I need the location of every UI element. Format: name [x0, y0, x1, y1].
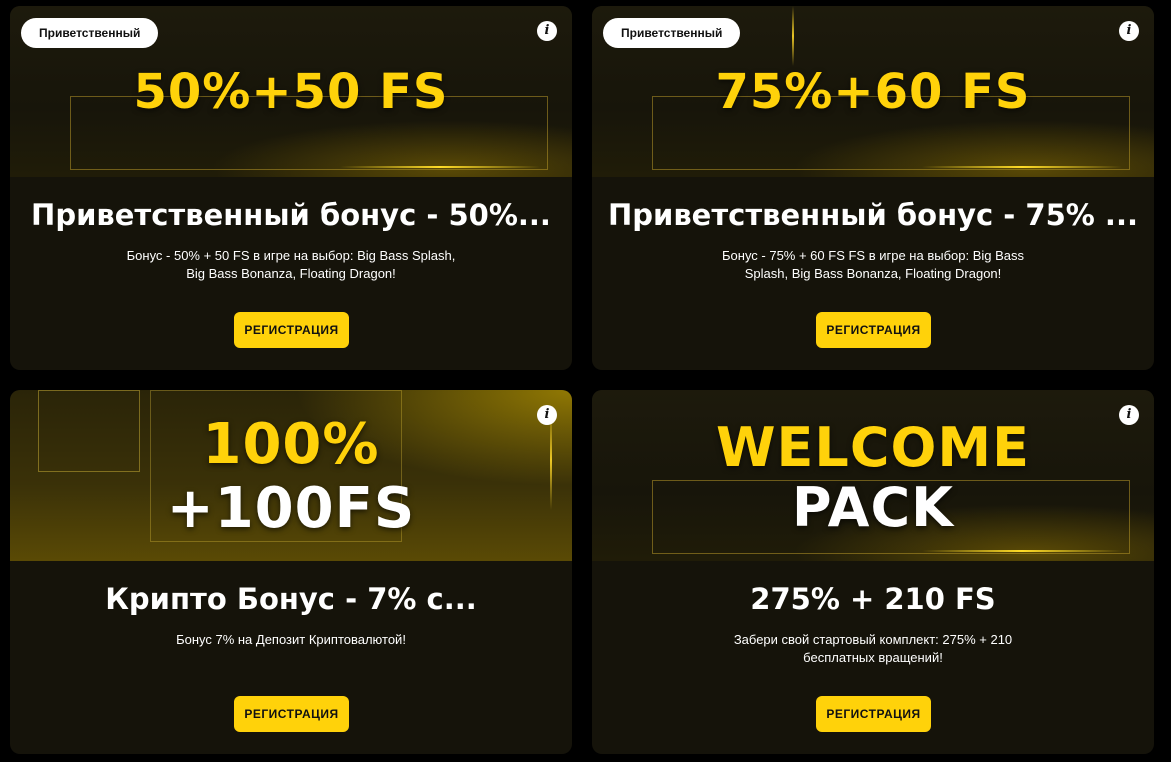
register-button[interactable]: РЕГИСТРАЦИЯ — [234, 696, 349, 732]
banner-glow — [922, 550, 1122, 552]
banner-glow — [792, 6, 794, 66]
bonus-title: 275% + 210 FS — [750, 582, 996, 616]
register-button[interactable]: РЕГИСТРАЦИЯ — [816, 696, 931, 732]
info-icon[interactable]: i — [537, 21, 557, 41]
info-icon[interactable]: i — [1119, 405, 1139, 425]
bonus-description: Забери свой стартовый комплект: 275% + 2… — [733, 632, 1013, 665]
banner-headline: 50%+50 FS — [133, 64, 449, 120]
banner-headline: 75%+60 FS — [715, 64, 1031, 120]
banner-headline: 100% — [202, 412, 380, 477]
bonus-card: WELCOME PACK i 275% + 210 FS Забери свой… — [592, 390, 1154, 754]
banner-glow — [922, 166, 1122, 168]
bonus-description: Бонус 7% на Депозит Криптовалютой! — [176, 632, 406, 647]
info-icon[interactable]: i — [537, 405, 557, 425]
bonus-description: Бонус - 50% + 50 FS в игре на выбор: Big… — [126, 248, 456, 281]
bonus-title: Крипто Бонус - 7% с... — [105, 582, 477, 616]
banner-glow — [340, 166, 540, 168]
register-button[interactable]: РЕГИСТРАЦИЯ — [234, 312, 349, 348]
category-badge: Приветственный — [603, 18, 741, 48]
bonus-title: Приветственный бонус - 75% ... — [607, 198, 1138, 232]
bonus-banner: WELCOME PACK — [592, 390, 1154, 561]
bonus-description: Бонус - 75% + 60 FS FS в игре на выбор: … — [722, 248, 1024, 281]
info-icon[interactable]: i — [1119, 21, 1139, 41]
bonus-card: 75%+60 FS Приветственный i Приветственны… — [592, 6, 1154, 370]
bonus-card: 50%+50 FS Приветственный i Приветственны… — [10, 6, 572, 370]
bonus-banner: 100% +100FS — [10, 390, 572, 561]
banner-subheadline: +100FS — [166, 476, 416, 541]
bonus-card: 100% +100FS i Крипто Бонус - 7% с... Бон… — [10, 390, 572, 754]
category-badge: Приветственный — [21, 18, 159, 48]
register-button[interactable]: РЕГИСТРАЦИЯ — [816, 312, 931, 348]
banner-subheadline: PACK — [792, 476, 954, 539]
banner-headline: WELCOME — [715, 416, 1031, 479]
bonus-title: Приветственный бонус - 50%... — [31, 198, 551, 232]
